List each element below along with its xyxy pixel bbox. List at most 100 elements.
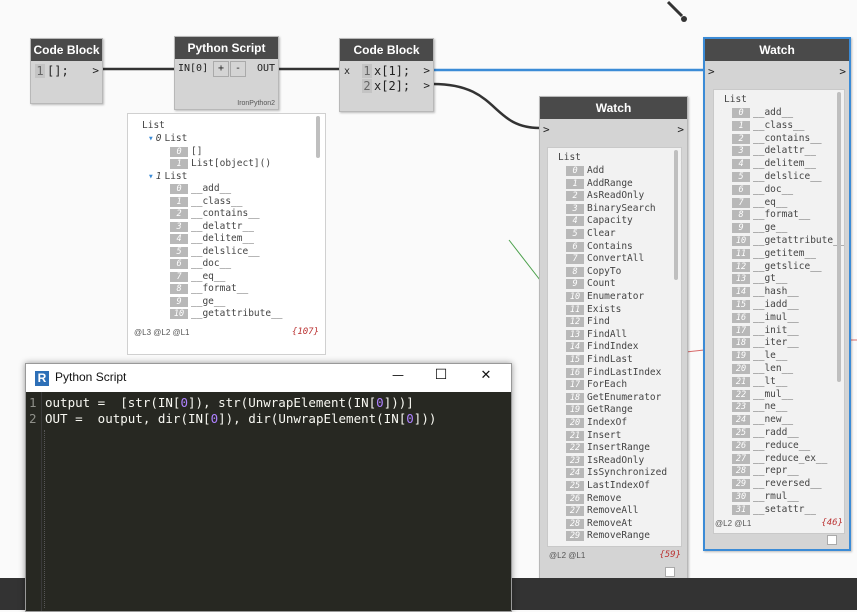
watch-item[interactable]: 28 __repr__ [732,465,799,477]
code-block-node-2[interactable]: Code Block x 1 x[1]; 2 x[2]; > > [339,38,434,112]
maximize-button[interactable]: ☐ [431,367,451,383]
code-text[interactable]: x[2]; [374,79,410,93]
input-port-in0[interactable]: IN[0] [178,63,208,74]
watch-item[interactable]: 16 __imul__ [732,312,799,323]
watch-item[interactable]: 3 BinarySearch [566,203,656,214]
python-script-node[interactable]: Python Script IN[0] + - OUT IronPython2 [174,36,279,110]
preview-item[interactable]: 10 __getattribute__ [170,308,283,319]
watch-item[interactable]: 10 Enumerator [566,291,644,302]
watch-item[interactable]: 0 __add__ [732,107,793,118]
watch-item[interactable]: 0 Add [566,165,604,176]
watch-item[interactable]: 5 Clear [566,228,616,239]
watch-item[interactable]: 1 AddRange [566,178,633,189]
input-port-x[interactable]: x [344,66,350,77]
preview-item[interactable]: 3 __delattr__ [170,221,254,232]
watch-list-2[interactable]: List 0 __add__ 1 __class__ 2 __contains__ 3 __d… [713,89,845,534]
input-port[interactable]: > [708,65,715,78]
watch-item[interactable]: 4 Capacity [566,215,633,227]
input-port[interactable]: > [543,123,550,136]
watch-item[interactable]: 1 __class__ [732,120,804,131]
watch-item[interactable]: 25 __radd__ [732,427,799,438]
watch-item[interactable]: 25 LastIndexOf [566,480,650,491]
output-port-out[interactable]: OUT [257,63,275,74]
minimize-button[interactable]: — [388,368,408,382]
watch-item[interactable]: 13 FindAll [566,329,627,340]
watch-item[interactable]: 15 FindLast [566,354,633,365]
preview-item[interactable]: 1 __class__ [170,196,242,207]
watch-node-1[interactable]: Watch > > List 0 Add 1 AddRange 2 AsReadOnly 3… [539,96,688,582]
add-input-button[interactable]: + [213,61,229,77]
preview-item[interactable]: 1 List[object]() [170,158,271,169]
tree-branch[interactable]: ▾ 0 List [148,133,187,144]
watch-item[interactable]: 7 ConvertAll [566,253,644,265]
watch-item[interactable]: 22 InsertRange [566,442,650,454]
watch-item[interactable]: 27 RemoveAll [566,505,638,517]
preview-item[interactable]: 2 __contains__ [170,208,260,219]
window-titlebar[interactable]: R Python Script — ☐ ✕ [26,364,511,392]
watch-item[interactable]: 8 CopyTo [566,266,621,277]
watch-item[interactable]: 20 IndexOf [566,417,627,428]
watch-item[interactable]: 7 __eq__ [732,197,787,208]
watch-item[interactable]: 17 ForEach [566,379,627,391]
watch-item[interactable]: 18 GetEnumerator [566,392,661,403]
output-port[interactable]: > [677,123,684,136]
watch-list-1[interactable]: List 0 Add 1 AddRange 2 AsReadOnly 3 BinarySear… [547,147,682,547]
code-text[interactable]: x[1]; [374,64,410,78]
watch-item[interactable]: 11 __getitem__ [732,248,816,259]
watch-item[interactable]: 6 __doc__ [732,184,793,195]
preview-item[interactable]: 8 __format__ [170,283,248,294]
watch-item[interactable]: 17 __init__ [732,325,799,336]
close-button[interactable]: ✕ [476,368,496,383]
watch-item[interactable]: 27 __reduce_ex__ [732,453,827,464]
code-text[interactable]: []; [47,64,69,78]
resize-checkbox[interactable] [827,535,837,545]
watch-node-2[interactable]: Watch > > List 0 __add__ 1 __class__ 2 __cont… [703,37,851,551]
expand-caret-icon[interactable]: ▾ [148,133,154,144]
watch-item[interactable]: 19 __le__ [732,350,787,362]
watch-item[interactable]: 29 __reversed__ [732,478,822,490]
watch-scrollbar[interactable] [674,150,678,280]
preview-item[interactable]: 0 __add__ [170,183,231,194]
watch-item[interactable]: 15 __iadd__ [732,299,799,310]
watch-item[interactable]: 23 __ne__ [732,401,787,413]
preview-item[interactable]: 4 __delitem__ [170,233,254,244]
preview-item[interactable]: 5 __delslice__ [170,246,260,257]
output-port-2[interactable]: > [423,79,430,92]
watch-item[interactable]: 4 __delitem__ [732,158,816,170]
watch-item[interactable]: 16 FindLastIndex [566,367,661,378]
watch-item[interactable]: 26 Remove [566,493,621,504]
preview-scrollbar[interactable] [316,116,320,158]
watch-item[interactable]: 24 IsSynchronized [566,467,667,479]
remove-input-button[interactable]: - [230,61,246,77]
watch-item[interactable]: 6 Contains [566,241,633,252]
watch-item[interactable]: 28 RemoveAt [566,518,633,529]
watch-item[interactable]: 9 Count [566,278,616,290]
watch-item[interactable]: 20 __len__ [732,363,793,374]
watch-item[interactable]: 12 Find [566,316,610,328]
resize-checkbox[interactable] [665,567,675,577]
watch-scrollbar[interactable] [837,92,841,382]
watch-item[interactable]: 30 __rmul__ [732,491,799,502]
watch-item[interactable]: 9 __ge__ [732,222,787,234]
watch-item[interactable]: 12 __getslice__ [732,261,822,272]
watch-item[interactable]: 14 FindIndex [566,341,638,353]
preview-item[interactable]: 6 __doc__ [170,258,231,269]
watch-item[interactable]: 11 Exists [566,304,621,315]
output-port[interactable]: > [92,64,99,77]
preview-item[interactable]: 0[] [170,146,202,157]
watch-item[interactable]: 2 __contains__ [732,133,822,144]
watch-item[interactable]: 2 AsReadOnly [566,190,644,202]
expand-caret-icon[interactable]: ▾ [148,171,154,182]
node-preview-bubble[interactable]: List ▾ 0 List 0[] 1 List[object]() ▾ 1 List 0 __ad… [127,113,326,355]
watch-item[interactable]: 5 __delslice__ [732,171,822,182]
watch-item[interactable]: 19 GetRange [566,404,633,416]
preview-item[interactable]: 9 __ge__ [170,296,225,307]
watch-item[interactable]: 13 __gt__ [732,273,787,285]
preview-item[interactable]: 7 __eq__ [170,271,225,282]
python-editor-window[interactable]: R Python Script — ☐ ✕ 1 2 output = [str(… [25,363,512,612]
watch-item[interactable]: 23 IsReadOnly [566,455,644,466]
watch-item[interactable]: 14 __hash__ [732,286,799,298]
watch-item[interactable]: 21 Insert [566,430,621,441]
output-port[interactable]: > [839,65,846,78]
watch-item[interactable]: 26 __reduce__ [732,440,810,451]
